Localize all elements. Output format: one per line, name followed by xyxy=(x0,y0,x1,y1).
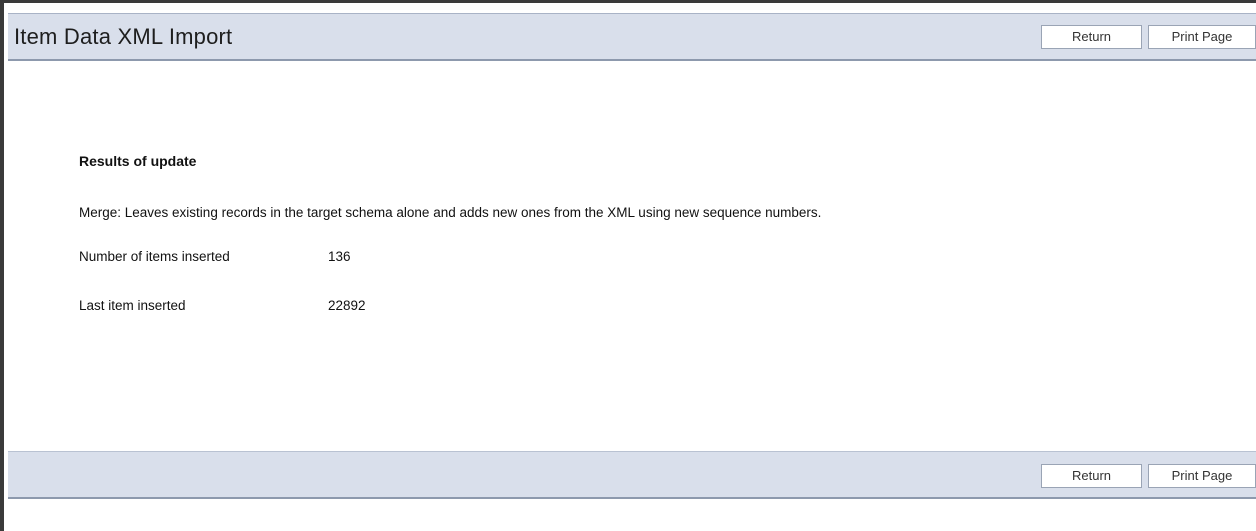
footer-bar: Return Print Page xyxy=(8,451,1256,499)
return-button-top[interactable]: Return xyxy=(1041,25,1142,49)
print-page-button-bottom[interactable]: Print Page xyxy=(1148,464,1256,488)
header-bar: Item Data XML Import Return Print Page xyxy=(8,13,1256,61)
items-inserted-value: 136 xyxy=(328,249,351,264)
last-item-label: Last item inserted xyxy=(79,298,186,313)
return-button-bottom[interactable]: Return xyxy=(1041,464,1142,488)
last-item-value: 22892 xyxy=(328,298,366,313)
page-frame: Item Data XML Import Return Print Page R… xyxy=(0,0,1256,531)
items-inserted-label: Number of items inserted xyxy=(79,249,230,264)
page-title: Item Data XML Import xyxy=(14,24,233,49)
results-panel: Results of update Merge: Leaves existing… xyxy=(8,61,1256,451)
merge-description: Merge: Leaves existing records in the ta… xyxy=(79,205,822,220)
print-page-button-top[interactable]: Print Page xyxy=(1148,25,1256,49)
results-heading: Results of update xyxy=(79,153,197,169)
